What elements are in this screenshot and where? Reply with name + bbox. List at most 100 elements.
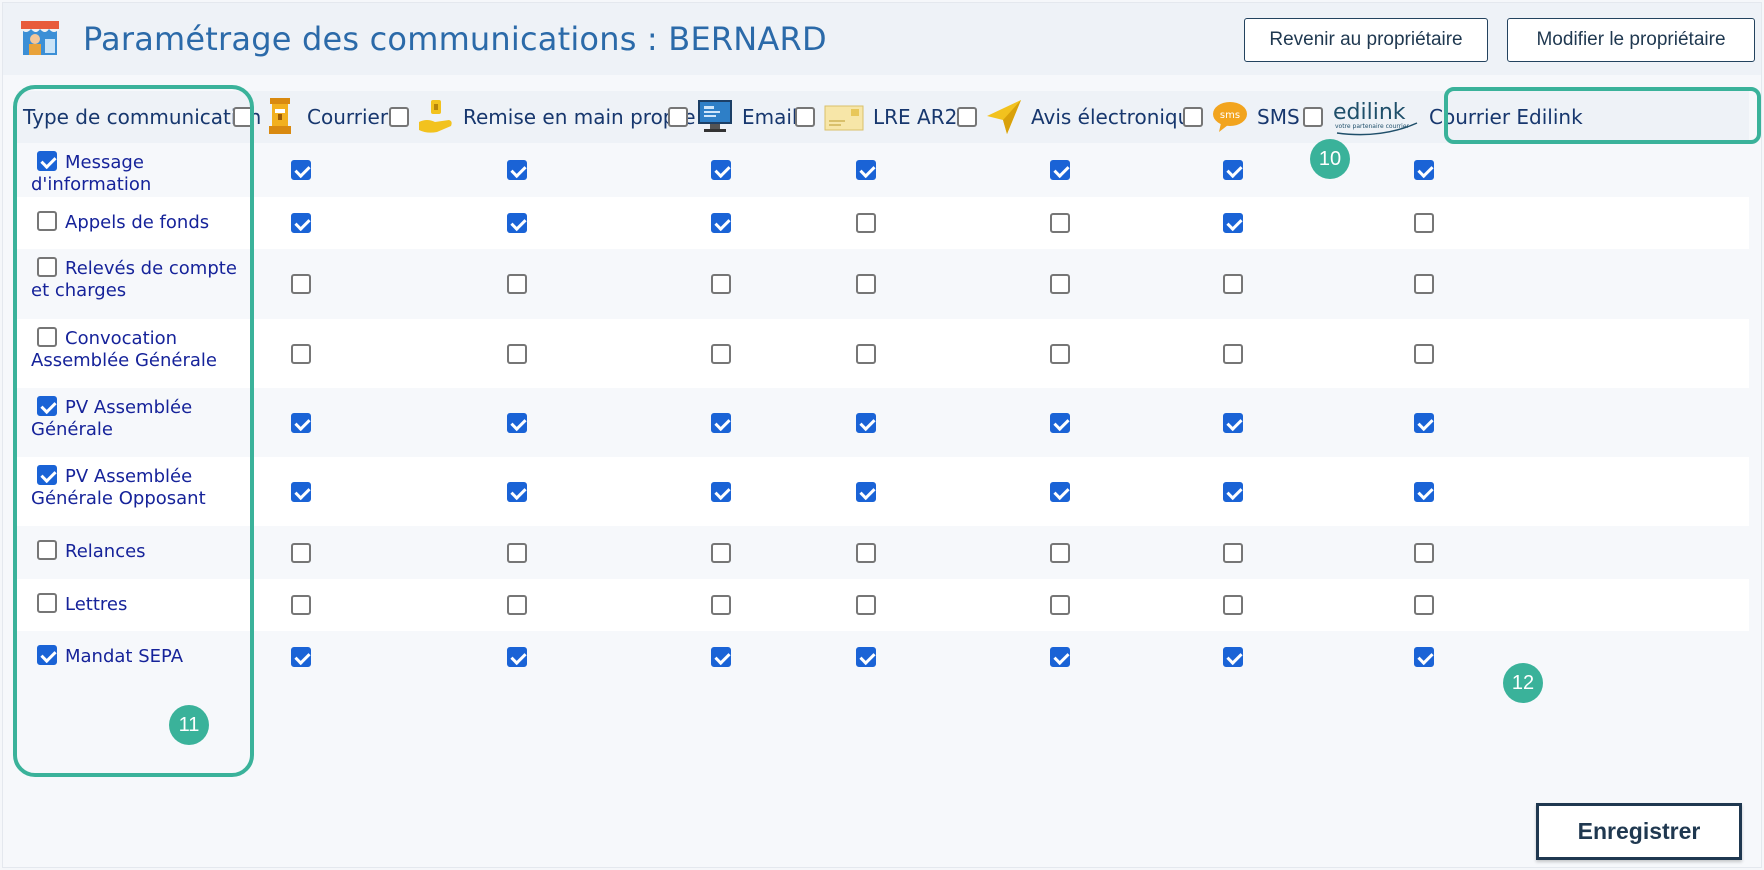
- header: Paramétrage des communications : BERNARD…: [3, 3, 1761, 75]
- cell-checkbox[interactable]: [1414, 343, 1434, 364]
- cell-checkbox[interactable]: [1414, 160, 1434, 180]
- cell-checkbox[interactable]: [1050, 412, 1070, 433]
- cell-checkbox[interactable]: [856, 595, 876, 615]
- cell-checkbox[interactable]: [1223, 160, 1243, 180]
- cell-checkbox[interactable]: [291, 160, 311, 180]
- cell-checkbox[interactable]: [856, 481, 876, 502]
- cell-checkbox[interactable]: [507, 412, 527, 433]
- cell-checkbox[interactable]: [291, 213, 311, 233]
- cell-checkbox[interactable]: [507, 481, 527, 502]
- cell-checkbox[interactable]: [1050, 647, 1070, 667]
- cell-checkbox[interactable]: [507, 595, 527, 615]
- cell-checkbox[interactable]: [711, 274, 731, 294]
- column-checkbox-lre[interactable]: [795, 107, 815, 127]
- table-row: PV Assemblée Générale Opposant: [17, 457, 1749, 526]
- cell-checkbox[interactable]: [1414, 213, 1434, 233]
- cell-checkbox[interactable]: [856, 343, 876, 364]
- cell-checkbox[interactable]: [1050, 213, 1070, 233]
- cell-checkbox[interactable]: [507, 647, 527, 667]
- cell-checkbox[interactable]: [1414, 542, 1434, 563]
- cell-checkbox[interactable]: [1414, 595, 1434, 615]
- cell-checkbox[interactable]: [711, 595, 731, 615]
- cell-checkbox[interactable]: [711, 343, 731, 364]
- cell-checkbox[interactable]: [1414, 481, 1434, 502]
- cell-checkbox[interactable]: [1223, 412, 1243, 433]
- column-checkbox-edilink[interactable]: [1303, 107, 1323, 127]
- column-checkbox-remise[interactable]: [389, 107, 409, 127]
- cell-checkbox[interactable]: [1223, 343, 1243, 364]
- cell-checkbox[interactable]: [291, 412, 311, 433]
- cell-checkbox[interactable]: [711, 412, 731, 433]
- cell-checkbox[interactable]: [291, 274, 311, 294]
- column-checkbox-avis[interactable]: [957, 107, 977, 127]
- cell-checkbox[interactable]: [856, 160, 876, 180]
- row-checkbox[interactable]: [37, 151, 57, 171]
- column-header-courrier: Courrier: [233, 91, 388, 143]
- cell-checkbox[interactable]: [1414, 274, 1434, 294]
- cell-checkbox[interactable]: [711, 213, 731, 233]
- cell-checkbox[interactable]: [1050, 542, 1070, 563]
- table-row: Convocation Assemblée Générale: [17, 319, 1749, 388]
- column-checkbox-courrier[interactable]: [233, 107, 253, 127]
- cell-checkbox[interactable]: [1223, 213, 1243, 233]
- cell-checkbox[interactable]: [856, 412, 876, 433]
- cell-checkbox[interactable]: [291, 343, 311, 364]
- cell-checkbox[interactable]: [1050, 274, 1070, 294]
- row-checkbox[interactable]: [37, 257, 57, 277]
- cell-checkbox[interactable]: [507, 542, 527, 563]
- column-checkbox-sms[interactable]: [1183, 107, 1203, 127]
- row-checkbox[interactable]: [37, 211, 57, 231]
- cell-checkbox[interactable]: [1050, 481, 1070, 502]
- cell-checkbox[interactable]: [856, 274, 876, 294]
- cell-checkbox[interactable]: [507, 160, 527, 180]
- row-checkbox[interactable]: [37, 645, 57, 665]
- cell-checkbox[interactable]: [856, 647, 876, 667]
- cell-checkbox[interactable]: [507, 274, 527, 294]
- enregistrer-button[interactable]: Enregistrer: [1536, 803, 1742, 860]
- table-row: Message d'information: [17, 143, 1749, 197]
- page: Paramétrage des communications : BERNARD…: [2, 2, 1762, 868]
- cell-checkbox[interactable]: [1223, 274, 1243, 294]
- column-checkbox-email[interactable]: [668, 107, 688, 127]
- row-checkbox[interactable]: [37, 327, 57, 347]
- cell-checkbox[interactable]: [1050, 595, 1070, 615]
- row-label: PV Assemblée Générale Opposant: [31, 465, 241, 510]
- cell-checkbox[interactable]: [291, 542, 311, 563]
- cell-checkbox[interactable]: [1414, 412, 1434, 433]
- modifier-proprietaire-button[interactable]: Modifier le propriétaire: [1507, 18, 1755, 62]
- cell-checkbox[interactable]: [507, 213, 527, 233]
- row-label-text: Lettres: [65, 594, 128, 615]
- row-checkbox[interactable]: [37, 540, 57, 560]
- cell-checkbox[interactable]: [1050, 160, 1070, 180]
- cell-checkbox[interactable]: [291, 595, 311, 615]
- cell-checkbox[interactable]: [711, 542, 731, 563]
- cell-checkbox[interactable]: [1050, 343, 1070, 364]
- row-checkbox[interactable]: [37, 465, 57, 485]
- row-checkbox[interactable]: [37, 593, 57, 613]
- cell-checkbox[interactable]: [1414, 647, 1434, 667]
- edilink-logo-text: edilink: [1333, 100, 1406, 125]
- cell-checkbox[interactable]: [711, 481, 731, 502]
- cell-checkbox[interactable]: [507, 343, 527, 364]
- column-label-sms: SMS: [1257, 105, 1300, 129]
- cell-checkbox[interactable]: [711, 647, 731, 667]
- cell-checkbox[interactable]: [291, 647, 311, 667]
- cell-checkbox[interactable]: [1223, 542, 1243, 563]
- row-label: Convocation Assemblée Générale: [31, 327, 241, 372]
- cell-checkbox[interactable]: [711, 160, 731, 180]
- cell-checkbox[interactable]: [1223, 481, 1243, 502]
- hand-delivery-icon: [417, 96, 455, 138]
- cell-checkbox[interactable]: [856, 542, 876, 563]
- cell-checkbox[interactable]: [1223, 595, 1243, 615]
- row-label-text: PV Assemblée Générale Opposant: [31, 466, 206, 509]
- badge-11: 11: [169, 705, 209, 745]
- revenir-proprietaire-button[interactable]: Revenir au propriétaire: [1244, 18, 1488, 62]
- cell-checkbox[interactable]: [1223, 647, 1243, 667]
- cell-checkbox[interactable]: [856, 213, 876, 233]
- column-label-courrier: Courrier: [307, 105, 389, 129]
- row-label-text: Convocation Assemblée Générale: [31, 328, 217, 371]
- cell-checkbox[interactable]: [291, 481, 311, 502]
- mailbox-icon: [261, 96, 299, 138]
- type-communication-header: Type de communication: [23, 105, 262, 129]
- row-checkbox[interactable]: [37, 396, 57, 416]
